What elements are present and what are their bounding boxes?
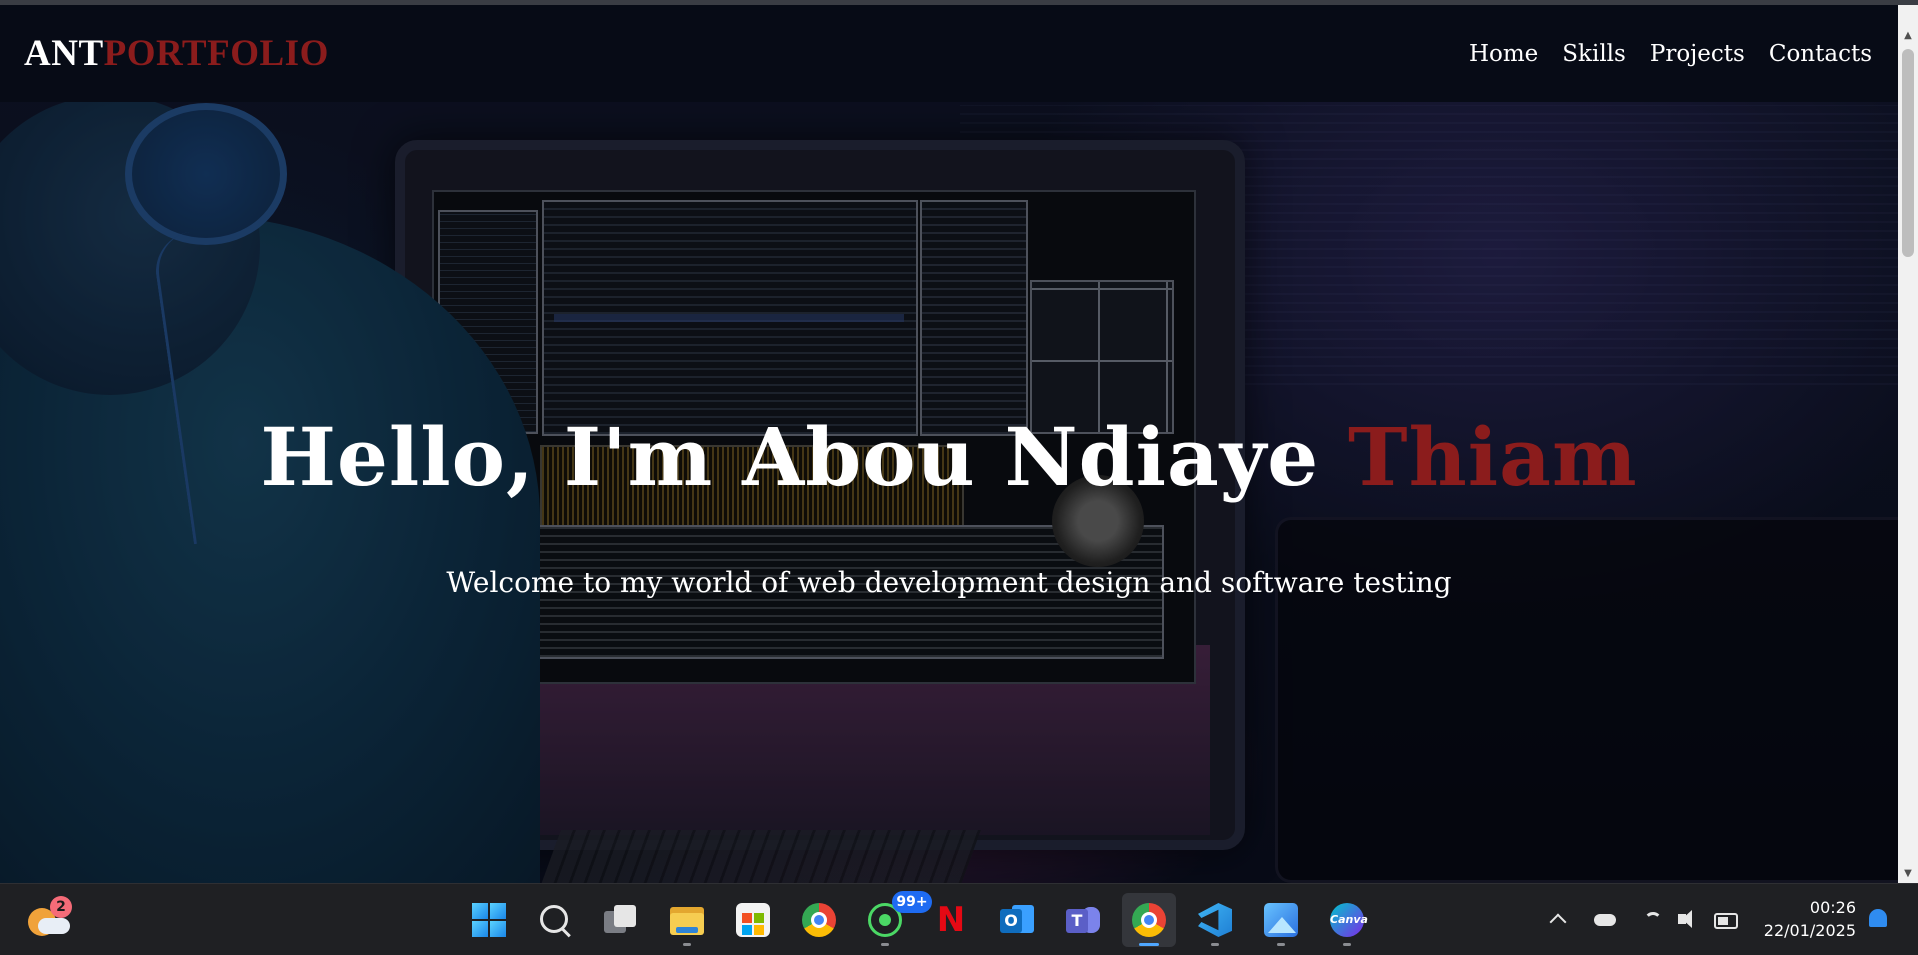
nav-link-home[interactable]: Home xyxy=(1469,41,1538,67)
taskbar-app-whatsapp[interactable]: 99+ xyxy=(858,891,932,947)
hero-subtitle: Welcome to my world of web development d… xyxy=(446,566,1452,599)
battery-icon[interactable] xyxy=(1714,913,1738,929)
windows-taskbar: 2 99+ N O T Canva 00:26 22/01/2025 xyxy=(0,883,1918,955)
photos-icon xyxy=(1264,903,1298,937)
wifi-icon[interactable] xyxy=(1644,912,1662,930)
clock-time: 00:26 xyxy=(1809,898,1856,917)
cloud-icon xyxy=(38,918,70,934)
chrome-active-icon xyxy=(1132,903,1166,937)
search-icon xyxy=(538,903,572,938)
canva-icon: Canva xyxy=(1330,903,1368,937)
hero-greeting: Hello, I'm Abou Ndiaye xyxy=(260,410,1349,504)
taskbar-app-teams[interactable]: T xyxy=(1056,893,1110,947)
hero-accent-name: Thiam xyxy=(1348,410,1638,504)
nav-link-projects[interactable]: Projects xyxy=(1650,41,1745,67)
microsoft-store-icon xyxy=(736,903,770,937)
nav-link-skills[interactable]: Skills xyxy=(1562,41,1626,67)
page-scrollbar[interactable]: ▲ ▼ xyxy=(1898,5,1918,883)
taskbar-app-photos[interactable] xyxy=(1254,893,1308,947)
scroll-thumb[interactable] xyxy=(1902,49,1914,257)
windows-start-icon xyxy=(472,903,506,937)
taskbar-app-chrome[interactable] xyxy=(792,893,846,947)
taskbar-app-canva[interactable]: Canva xyxy=(1320,893,1374,947)
brand-primary: ANT xyxy=(24,33,104,74)
brand-logo[interactable]: ANTPORTFOLIO xyxy=(24,32,329,75)
file-explorer-icon xyxy=(670,903,704,937)
taskbar-app-vscode[interactable] xyxy=(1188,893,1242,947)
weather-badge: 2 xyxy=(50,896,72,918)
brand-accent: PORTFOLIO xyxy=(103,33,329,74)
taskbar-app-start[interactable] xyxy=(462,893,516,947)
taskbar-clock[interactable]: 00:26 22/01/2025 xyxy=(1752,896,1856,942)
weather-widget-icon[interactable]: 2 xyxy=(26,896,72,942)
clock-date: 22/01/2025 xyxy=(1763,921,1856,940)
taskbar-app-chrome-active[interactable] xyxy=(1122,893,1176,947)
outlook-icon: O xyxy=(1000,903,1034,937)
taskbar-app-outlook[interactable]: O xyxy=(990,893,1044,947)
hero-title: Hello, I'm Abou Ndiaye Thiam xyxy=(0,410,1898,504)
scroll-up-arrow-icon[interactable]: ▲ xyxy=(1898,27,1918,45)
volume-icon[interactable] xyxy=(1676,908,1698,930)
nav-links: Home Skills Projects Contacts xyxy=(1469,41,1872,67)
navbar: ANTPORTFOLIO Home Skills Projects Contac… xyxy=(0,5,1898,102)
task-view-icon xyxy=(604,903,638,937)
taskbar-app-task-view[interactable] xyxy=(594,893,648,947)
notification-bell-icon[interactable] xyxy=(1869,909,1887,927)
scroll-down-arrow-icon[interactable]: ▼ xyxy=(1898,865,1918,883)
vscode-icon xyxy=(1198,903,1232,937)
onedrive-cloud-icon[interactable] xyxy=(1594,908,1616,930)
nav-link-contacts[interactable]: Contacts xyxy=(1769,41,1872,67)
taskbar-app-search[interactable] xyxy=(528,893,582,947)
taskbar-app-netflix[interactable]: N xyxy=(924,893,978,947)
teams-icon: T xyxy=(1066,903,1100,937)
show-hidden-icons-chevron-icon[interactable] xyxy=(1549,913,1567,931)
taskbar-app-file-explorer[interactable] xyxy=(660,893,714,947)
netflix-icon: N xyxy=(936,900,966,940)
taskbar-app-store[interactable] xyxy=(726,893,780,947)
chrome-icon xyxy=(802,903,836,937)
